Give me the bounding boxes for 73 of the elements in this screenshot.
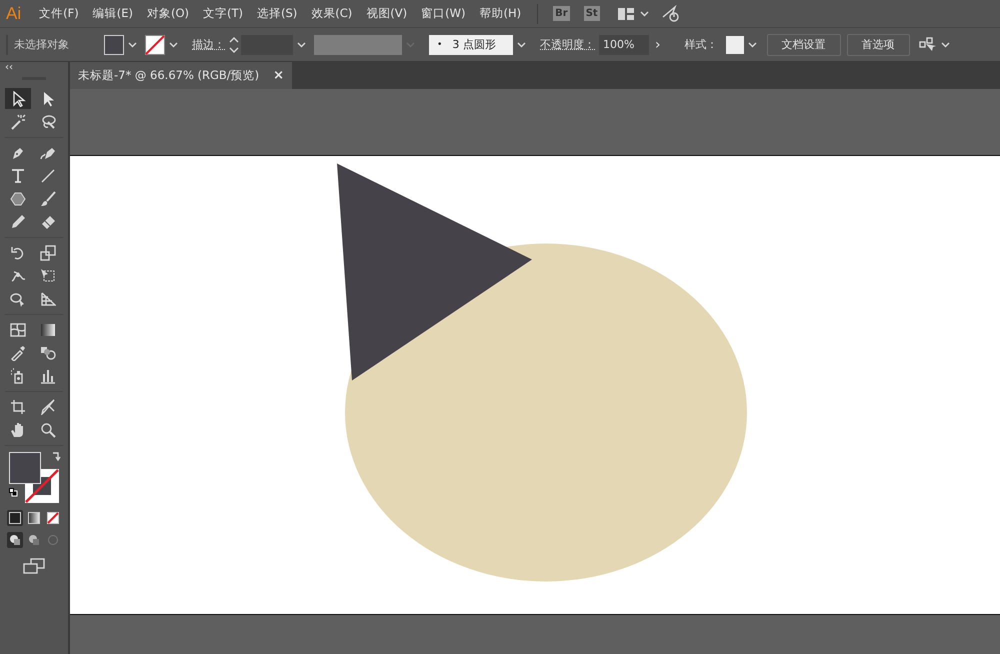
fill-color-swatch[interactable] [9, 452, 41, 484]
perspective-grid-icon [40, 290, 56, 306]
tool-button[interactable] [5, 88, 31, 109]
dropdown-button[interactable] [297, 42, 306, 48]
menu-item[interactable]: 选择(S) [257, 6, 298, 21]
opacity-label[interactable]: 不透明度： [540, 37, 595, 52]
document-title: 未标题-7* @ 66.67% (RGB/预览) [78, 68, 260, 83]
line-icon [40, 168, 56, 184]
mesh-icon [10, 322, 26, 338]
type-icon [10, 168, 26, 184]
variable-width-field[interactable] [314, 34, 402, 54]
layout-grid-icon[interactable] [616, 6, 635, 20]
rotate-icon [10, 244, 26, 260]
default-colors-icon[interactable] [9, 488, 18, 497]
lasso-icon [40, 114, 56, 130]
menu-item[interactable]: 对象(O) [146, 6, 189, 21]
style-label: 样式： [684, 37, 718, 52]
shape-builder-icon [10, 290, 26, 306]
brush-field[interactable]: • 3 点圆形 [429, 34, 513, 54]
magic-wand-icon [10, 114, 26, 130]
stroke-swatch[interactable] [145, 34, 165, 54]
eraser-icon [40, 214, 56, 230]
menu-item[interactable]: 编辑(E) [92, 6, 133, 21]
brush-name: 3 点圆形 [452, 37, 496, 52]
menu-item[interactable]: 视图(V) [366, 6, 408, 21]
dropdown-button[interactable] [517, 42, 526, 48]
opacity-field[interactable]: 100% [599, 34, 649, 54]
blend-icon [40, 344, 56, 360]
free-transform-icon [40, 268, 56, 284]
gradient-mode-button[interactable] [26, 510, 42, 526]
none-mode-button[interactable] [45, 510, 61, 526]
draw-behind-button[interactable] [26, 532, 42, 548]
draw-normal-button[interactable] [7, 532, 23, 548]
app-button[interactable]: St [584, 6, 600, 21]
dropdown-button[interactable] [748, 42, 757, 48]
sync-icon[interactable] [660, 4, 681, 22]
collapse-button[interactable]: ‹‹ [5, 63, 13, 73]
pencil-icon [10, 214, 26, 230]
arrange-icon[interactable] [918, 36, 936, 52]
eyedropper-icon [10, 344, 26, 360]
fill-swatch[interactable] [104, 34, 124, 54]
menu-item[interactable]: 帮助(H) [480, 6, 522, 21]
stroke-label[interactable]: 描边： [192, 37, 225, 52]
hexagon-icon [10, 190, 26, 206]
brush-dot: • [437, 40, 442, 50]
menu-item[interactable]: 窗口(W) [421, 6, 466, 21]
document-tab[interactable]: 未标题-7* @ 66.67% (RGB/预览) × [70, 62, 292, 89]
screen-mode-icon[interactable] [23, 558, 45, 574]
selection-status: 未选择对象 [14, 37, 70, 52]
hand-icon [10, 422, 26, 438]
gradient-icon [40, 322, 56, 338]
magnifier-icon [40, 422, 56, 438]
dropdown-button[interactable] [169, 42, 178, 48]
opacity-button[interactable]: › [655, 36, 661, 52]
menu-item[interactable]: 效果(C) [311, 6, 352, 21]
toolbar-button[interactable]: 文档设置 [766, 34, 841, 56]
brush-icon [40, 190, 56, 206]
scale-icon [40, 244, 56, 260]
app-button[interactable]: Br [553, 6, 570, 21]
slice-icon [40, 398, 56, 414]
caret-icon[interactable] [940, 42, 950, 48]
swap-arrow-icon[interactable] [51, 452, 61, 462]
dropdown-button[interactable] [128, 42, 137, 48]
bar-graph-icon [40, 368, 56, 384]
style-swatch[interactable] [726, 36, 744, 54]
color-mode-button[interactable] [7, 510, 23, 526]
caret-icon[interactable] [640, 10, 649, 16]
stepper-icon[interactable] [229, 36, 239, 54]
menu-item[interactable]: 文件(F) [39, 6, 79, 21]
toolbar-button[interactable]: 首选项 [846, 34, 910, 56]
artboard-icon [10, 398, 26, 414]
close-button[interactable]: × [273, 68, 284, 83]
menu-item[interactable]: 文字(T) [203, 6, 243, 21]
